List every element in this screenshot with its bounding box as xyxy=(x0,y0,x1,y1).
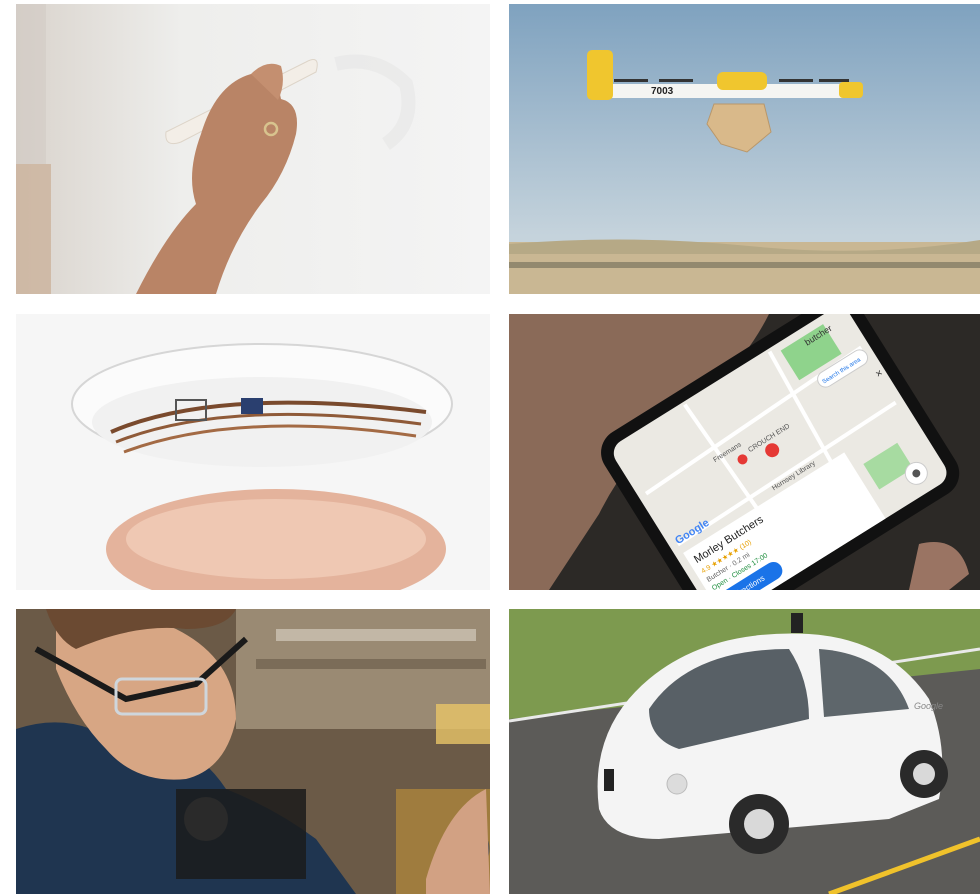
delivery-drone-icon: 7003 xyxy=(509,4,980,294)
drone-number: 7003 xyxy=(651,86,674,97)
stylus-photo-tile xyxy=(16,4,490,294)
hand-stylus-icon xyxy=(16,4,490,294)
car-logo: Google xyxy=(914,701,943,711)
smart-contact-lens-icon xyxy=(16,314,490,590)
self-driving-car-icon: Google xyxy=(509,609,980,894)
self-driving-car-photo-tile: Google xyxy=(509,609,980,894)
smart-glasses-worker-icon xyxy=(16,609,490,894)
phone-maps-icon: CROUCH END Freemans Hornsey Library butc… xyxy=(509,314,980,590)
phone-maps-photo-tile: CROUCH END Freemans Hornsey Library butc… xyxy=(509,314,980,590)
contact-lens-photo-tile xyxy=(16,314,490,590)
smart-glasses-photo-tile xyxy=(16,609,490,894)
drone-photo-tile: 7003 xyxy=(509,4,980,294)
